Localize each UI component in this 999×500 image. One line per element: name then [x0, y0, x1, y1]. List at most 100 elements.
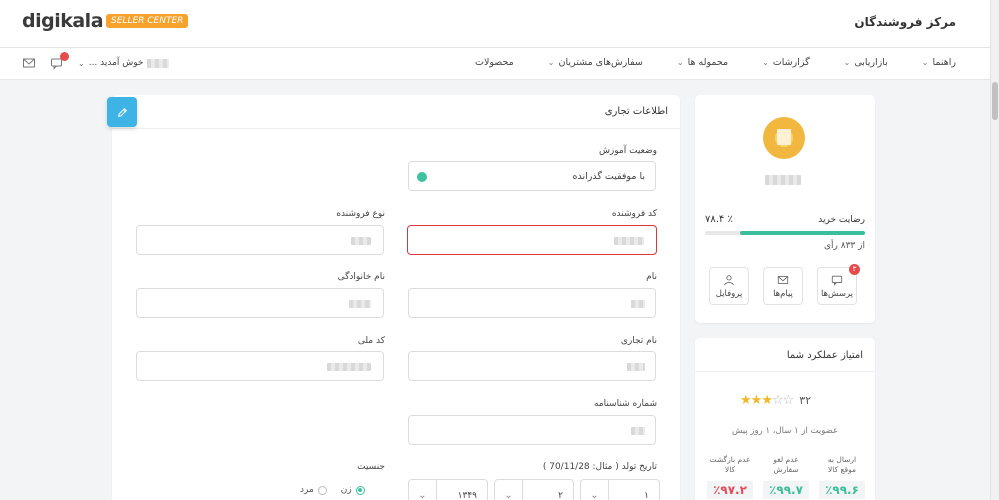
national-code-label: کد ملی — [357, 336, 385, 346]
gender-label: جنسیت — [357, 462, 385, 472]
logo-badge: SELLER CENTER — [106, 14, 189, 28]
top-bar: digikala SELLER CENTER مرکز فروشندگان — [0, 0, 990, 48]
mail-icon[interactable] — [22, 56, 36, 70]
user-menu[interactable]: خوش آمدید ... ⌄ — [78, 58, 170, 68]
scrollbar[interactable] — [990, 0, 999, 500]
nav-item-shipments[interactable]: محموله ها ⌄ — [677, 57, 728, 68]
card-title: اطلاعات تجاری — [604, 106, 668, 117]
divider — [695, 371, 875, 372]
star-filled-icon: ★ — [750, 393, 763, 408]
pencil-icon — [117, 107, 127, 117]
star-rating: ★★★☆☆ — [740, 393, 794, 408]
questions-button[interactable]: پرسش‌ها ۳ — [817, 264, 860, 305]
birth-day-select[interactable]: ⌄ ۱ — [580, 479, 660, 500]
star-filled-icon: ★ — [761, 393, 773, 408]
chevron-down-icon: ⌄ — [547, 58, 555, 67]
envelope-icon — [777, 275, 789, 284]
last-name-label: نام خانوادگی — [337, 272, 385, 282]
welcome-text: خوش آمدید ... — [88, 58, 144, 68]
chevron-down-icon: ⌄ — [78, 58, 85, 68]
chat-notification-icon[interactable] — [50, 52, 69, 70]
training-status-label: وضعیت آموزش — [598, 146, 657, 156]
birthdate-selects: ⌄ ۱۳۴۹ ⌄ ۲ ⌄ ۱ — [408, 479, 666, 500]
satisfaction-bar-fill — [739, 231, 865, 235]
business-name-label: نام تجاری — [620, 336, 657, 346]
chevron-down-icon: ⌄ — [921, 58, 929, 67]
edit-button[interactable] — [107, 97, 137, 127]
app-title: مرکز فروشندگان — [854, 15, 956, 29]
logo-text: digikala — [22, 10, 104, 32]
user-icon — [724, 274, 734, 285]
questions-badge: ۳ — [849, 264, 860, 275]
satisfaction-label: رضایت خرید — [818, 215, 865, 225]
avatar — [763, 117, 805, 159]
metric-on-time-shipping: ارسال به موقع کالا ٪۹۹.۶ — [819, 455, 865, 499]
nav-item-marketing[interactable]: بازاریابی ⌄ — [844, 57, 888, 68]
metric-value: ٪۹۷.۲ — [707, 481, 753, 499]
star-empty-icon: ☆ — [771, 393, 784, 408]
nav-item-customer-orders[interactable]: سفارش‌های مشتریان ⌄ — [548, 57, 643, 68]
metric-label: عدم بازگشت کالا — [709, 455, 751, 474]
birth-month-select[interactable]: ⌄ ۲ — [494, 479, 574, 500]
birth-day-value: ۱ — [644, 491, 649, 500]
seller-code-field[interactable] — [407, 225, 657, 255]
business-name-field[interactable] — [408, 351, 656, 381]
seller-type-field[interactable] — [136, 225, 384, 255]
questions-label: پرسش‌ها — [820, 288, 854, 299]
national-code-field[interactable] — [136, 351, 384, 381]
member-since: عضویت از ۱ سال، ۱ روز پیش — [731, 426, 839, 436]
star-filled-icon: ★ — [740, 393, 752, 408]
metric-label: عدم لغو سفارش — [773, 455, 799, 474]
training-status-value: با موفقیت گذرانده — [572, 171, 645, 182]
gender-radio-group: زن مرد — [300, 485, 365, 495]
nav-item-label: گزارشات — [772, 57, 810, 68]
chevron-down-icon: ⌄ — [409, 480, 437, 500]
nav-item-reports[interactable]: گزارشات ⌄ — [762, 57, 810, 68]
radio-circle — [317, 485, 327, 495]
scrollbar-thumb[interactable] — [992, 82, 998, 120]
metric-label: ارسال به موقع کالا — [827, 455, 857, 474]
nav-item-label: راهنما — [932, 57, 957, 68]
seller-name-blur — [765, 175, 801, 185]
votes-count: از ۸۳۳ رأی — [824, 241, 865, 251]
messages-button[interactable]: پیام‌ها — [763, 267, 803, 305]
first-name-field[interactable] — [408, 288, 656, 318]
chevron-down-icon: ⌄ — [581, 480, 609, 500]
card-header: اطلاعات تجاری — [112, 95, 680, 129]
satisfaction-bar — [705, 231, 865, 235]
profile-card: رضایت خرید ٪ ۷۸.۴ از ۸۳۳ رأی پرسش‌ها ۳ پ… — [695, 95, 875, 323]
gender-female-radio[interactable]: زن — [341, 485, 365, 495]
score-title: امتیاز عملکرد شما — [786, 350, 863, 361]
nav-user-area: خوش آمدید ... ⌄ — [22, 52, 170, 70]
birthdate-label: تاریخ تولد ( مثال: 70/11/28 ) — [542, 462, 657, 472]
seller-type-label: نوع فروشنده — [336, 209, 385, 219]
nav-menu: محصولات سفارش‌های مشتریان ⌄ محموله ها ⌄ گز… — [475, 57, 956, 68]
nav-item-help[interactable]: راهنما ⌄ — [922, 57, 956, 68]
gender-male-label: مرد — [300, 485, 314, 495]
messages-label: پیام‌ها — [773, 288, 793, 299]
last-name-field[interactable] — [136, 288, 384, 318]
profile-button[interactable]: پروفایل — [709, 267, 749, 305]
chevron-down-icon: ⌄ — [676, 58, 684, 67]
birth-year-value: ۱۳۴۹ — [457, 491, 477, 500]
metric-no-cancellation: عدم لغو سفارش ٪۹۹.۷ — [763, 455, 809, 499]
username-blur — [147, 58, 170, 68]
first-name-label: نام — [646, 272, 657, 282]
score-value: ۳۲ — [799, 394, 812, 407]
metric-value: ٪۹۹.۷ — [763, 481, 809, 499]
nav-item-label: محموله ها — [687, 57, 729, 68]
id-number-field[interactable] — [408, 415, 656, 445]
score-row: ★★★☆☆ ۳۲ — [740, 393, 811, 408]
seller-code-label: کد فروشنده — [611, 209, 657, 219]
notification-badge — [60, 52, 69, 61]
chat-icon — [831, 275, 843, 286]
gender-male-radio[interactable]: مرد — [300, 485, 327, 495]
nav-item-products[interactable]: محصولات — [475, 57, 514, 68]
metric-no-return: عدم بازگشت کالا ٪۹۷.۲ — [707, 455, 753, 499]
profile-label: پروفایل — [715, 288, 743, 299]
digikala-logo[interactable]: digikala SELLER CENTER — [22, 10, 189, 32]
chevron-down-icon: ⌄ — [843, 58, 851, 67]
radio-circle — [355, 485, 365, 495]
nav-item-label: محصولات — [475, 57, 514, 68]
birth-year-select[interactable]: ⌄ ۱۳۴۹ — [408, 479, 488, 500]
